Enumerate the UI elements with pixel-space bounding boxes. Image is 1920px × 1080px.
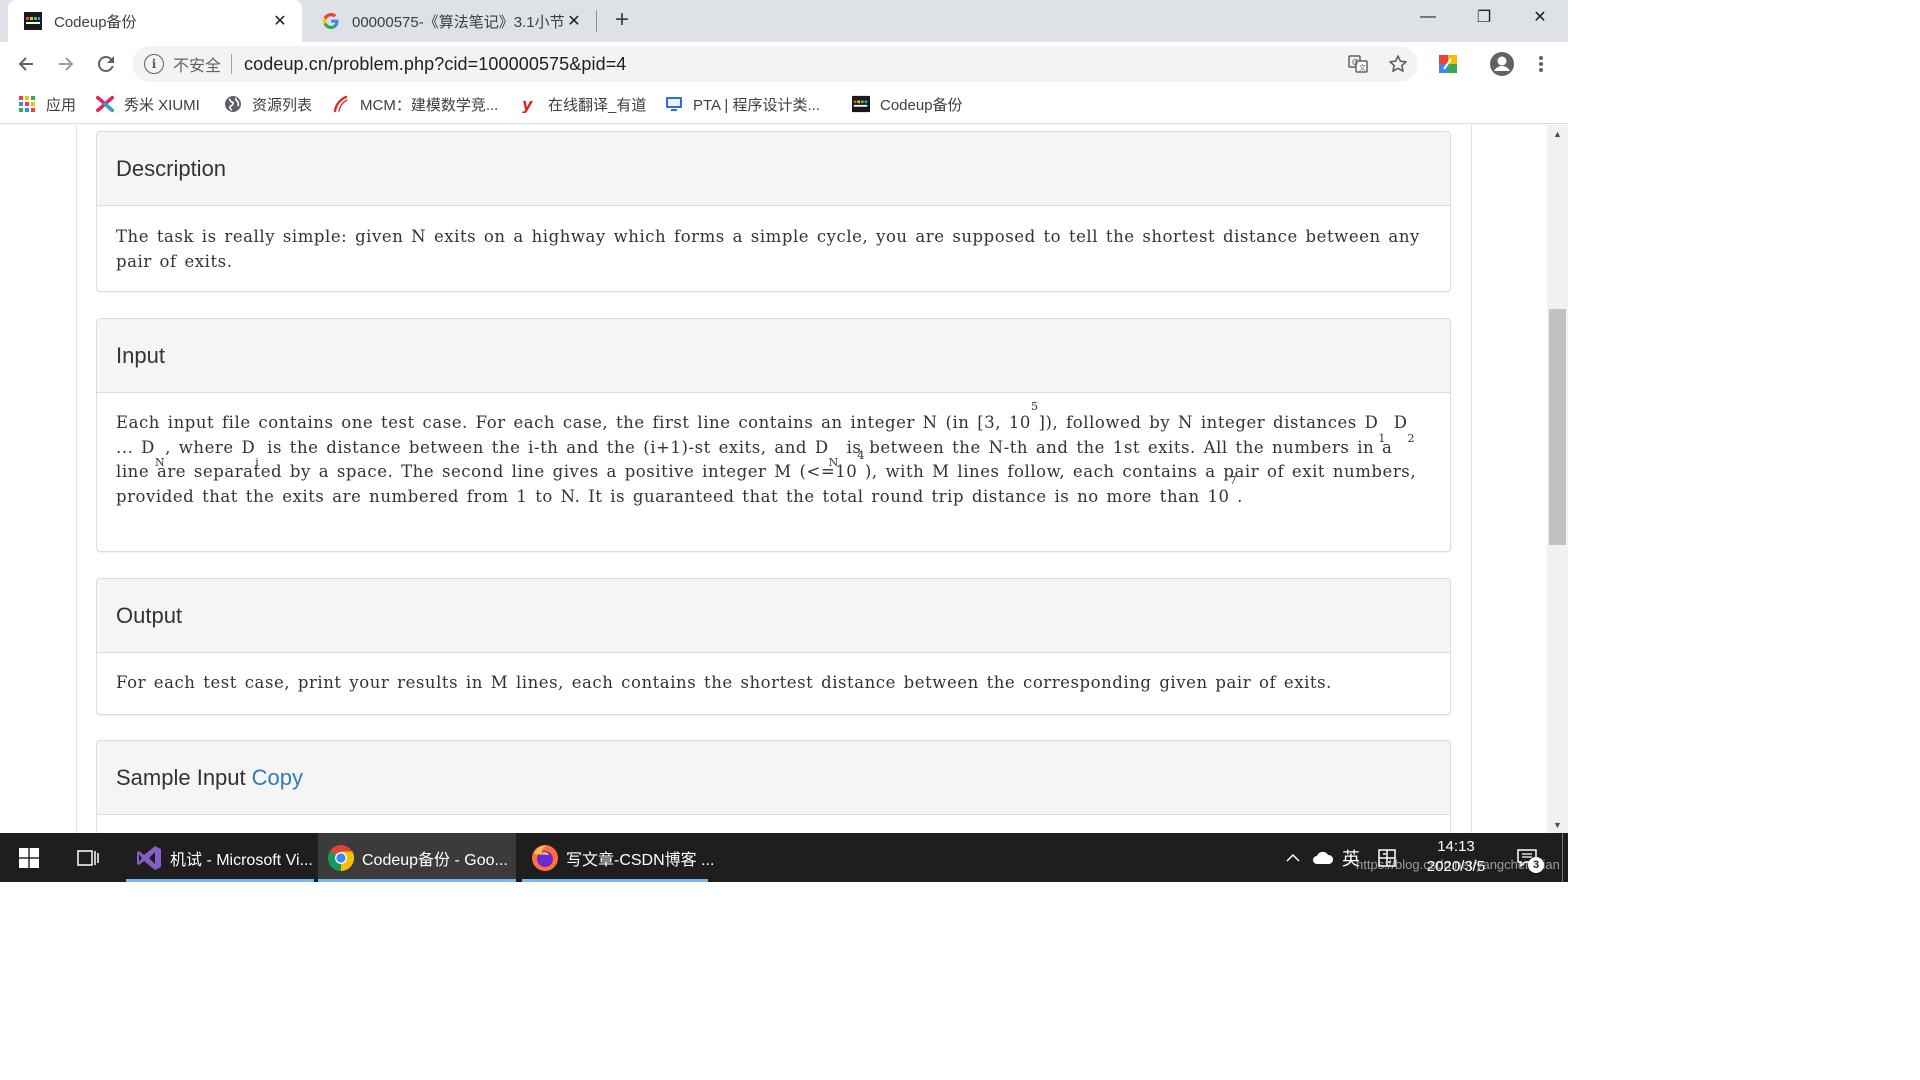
scrollbar-thumb[interactable] (1549, 309, 1566, 545)
bookmark-label: PTA | 程序设计类... (693, 96, 820, 114)
task-view-icon (77, 849, 99, 866)
bookmark-pta[interactable]: PTA | 程序设计类... (665, 92, 820, 116)
taskbar-app-label: 机试 - Microsoft Vi... (170, 851, 313, 869)
taskbar-app-label: 写文章-CSDN博客 ... (566, 851, 715, 869)
minimize-button[interactable]: — (1400, 0, 1456, 34)
codeup-favicon-icon (852, 95, 870, 113)
back-button[interactable] (10, 48, 42, 80)
windows-logo-icon (19, 847, 39, 868)
svg-text:y: y (522, 95, 533, 113)
taskbar-app-indicator (522, 879, 708, 882)
new-tab-button[interactable]: + (608, 8, 636, 34)
tab-separator (596, 10, 597, 32)
taskbar-app-visual-studio[interactable]: 机试 - Microsoft Vi... (126, 833, 316, 882)
scroll-down-arrow-icon[interactable]: ▼ (1547, 816, 1568, 833)
copy-link[interactable]: Copy (252, 765, 303, 791)
taskbar-app-firefox[interactable]: 写文章-CSDN博客 ... (522, 833, 714, 882)
taskbar-app-chrome[interactable]: Codeup备份 - Goo... (318, 833, 516, 882)
chrome-icon (327, 844, 355, 871)
bookmark-label: 秀米 XIUMI (124, 96, 200, 114)
pta-logo-icon (665, 95, 683, 113)
sample-input-panel: Sample Input Copy (96, 740, 1451, 833)
tab-codeup[interactable]: Codeup备份 ✕ (8, 0, 302, 42)
input-panel: Input Each input file contains one test … (96, 318, 1451, 552)
url-text[interactable]: codeup.cn/problem.php?cid=100000575&pid=… (244, 54, 626, 75)
youdao-logo-icon: y (520, 95, 538, 113)
bookmark-label: 资源列表 (252, 96, 313, 114)
google-favicon-icon (323, 13, 339, 29)
sample-input-heading: Sample Input Copy (97, 741, 1450, 815)
reload-icon (97, 55, 114, 72)
svg-text:文: 文 (1359, 63, 1366, 72)
tray-overflow-icon[interactable] (1282, 833, 1304, 882)
sample-input-title: Sample Input (116, 764, 246, 790)
translate-icon[interactable]: G文 (1346, 52, 1370, 76)
tab-title: Codeup备份 (54, 13, 137, 31)
clock-time: 14:13 (1437, 838, 1475, 855)
taskbar-app-label: Codeup备份 - Goo... (362, 851, 508, 869)
browser-toolbar: i 不安全 codeup.cn/problem.php?cid=10000057… (0, 42, 1568, 86)
browser-title-bar: Codeup备份 ✕ 00000575-《算法笔记》3.1小节 ✕ + — ❐ … (0, 0, 1568, 42)
input-heading: Input (97, 319, 1450, 393)
taskbar-app-indicator (126, 879, 314, 882)
bookmark-label: 在线翻译_有道 (548, 96, 647, 114)
globe-icon (224, 95, 242, 113)
bookmark-youdao[interactable]: y 在线翻译_有道 (520, 92, 646, 116)
bookmark-label: Codeup备份 (880, 96, 963, 114)
description-panel: Description The task is really simple: g… (96, 131, 1451, 292)
windows-taskbar: 机试 - Microsoft Vi... Codeup备份 - Goo... 写… (0, 833, 1568, 882)
input-text: Each input file contains one test case. … (116, 400, 1417, 506)
output-text: For each test case, print your results i… (116, 673, 1332, 692)
show-desktop-button[interactable] (1562, 833, 1563, 882)
description-text: The task is really simple: given N exits… (116, 227, 1420, 271)
scroll-up-arrow-icon[interactable]: ▲ (1547, 125, 1568, 142)
address-divider (231, 54, 233, 74)
apps-grid-icon (18, 95, 36, 113)
page-viewport: Description The task is really simple: g… (0, 125, 1568, 833)
security-status: 不安全 (173, 58, 222, 75)
restore-button[interactable]: ❐ (1456, 0, 1512, 34)
start-button[interactable] (0, 833, 58, 882)
bookmark-codeup[interactable]: Codeup备份 (852, 92, 963, 116)
address-bar[interactable]: i 不安全 codeup.cn/problem.php?cid=10000057… (132, 46, 1418, 82)
forward-button[interactable] (50, 48, 82, 80)
bookmark-apps[interactable]: 应用 (18, 92, 76, 116)
visual-studio-icon (137, 845, 161, 870)
codeup-favicon-icon (24, 12, 42, 30)
xiumi-logo-icon (96, 95, 114, 113)
info-icon[interactable]: i (144, 54, 164, 74)
close-window-button[interactable]: ✕ (1512, 0, 1568, 34)
tab-algorithm-notes[interactable]: 00000575-《算法笔记》3.1小节 ✕ (306, 0, 596, 42)
tab-title: 00000575-《算法笔记》3.1小节 (352, 13, 564, 31)
taskbar-app-indicator (318, 879, 516, 882)
more-menu-icon[interactable] (1529, 52, 1553, 76)
output-heading: Output (97, 579, 1450, 653)
arrow-right-icon (59, 57, 74, 71)
bookmark-star-icon[interactable] (1386, 52, 1410, 76)
firefox-icon (532, 844, 558, 871)
close-tab-icon[interactable]: ✕ (270, 11, 290, 31)
bookmark-resource-list[interactable]: 资源列表 (224, 92, 312, 116)
output-panel: Output For each test case, print your re… (96, 578, 1451, 715)
extension-icon[interactable] (1436, 52, 1460, 76)
onedrive-cloud-icon[interactable] (1310, 833, 1336, 882)
csdn-watermark: https://blog.csdn.net/yangchen_jian (1356, 857, 1560, 872)
task-view-button[interactable] (62, 833, 114, 882)
bookmark-label: 应用 (46, 96, 77, 114)
description-heading: Description (97, 132, 1450, 206)
mcm-logo-icon (332, 95, 350, 113)
reload-button[interactable] (90, 48, 122, 80)
svg-text:G: G (1352, 58, 1358, 67)
bookmark-xiumi[interactable]: 秀米 XIUMI (96, 92, 200, 116)
profile-avatar-icon[interactable] (1489, 51, 1515, 77)
close-tab-icon[interactable]: ✕ (564, 11, 584, 31)
bookmark-label: MCM：建模数学竞... (360, 96, 499, 114)
bookmark-mcm[interactable]: MCM：建模数学竞... (332, 92, 498, 116)
bookmarks-bar: 应用 秀米 XIUMI 资源列表 MCM：建模数学竞... y 在线翻译_有道 … (0, 86, 1568, 124)
arrow-left-icon (18, 57, 33, 71)
